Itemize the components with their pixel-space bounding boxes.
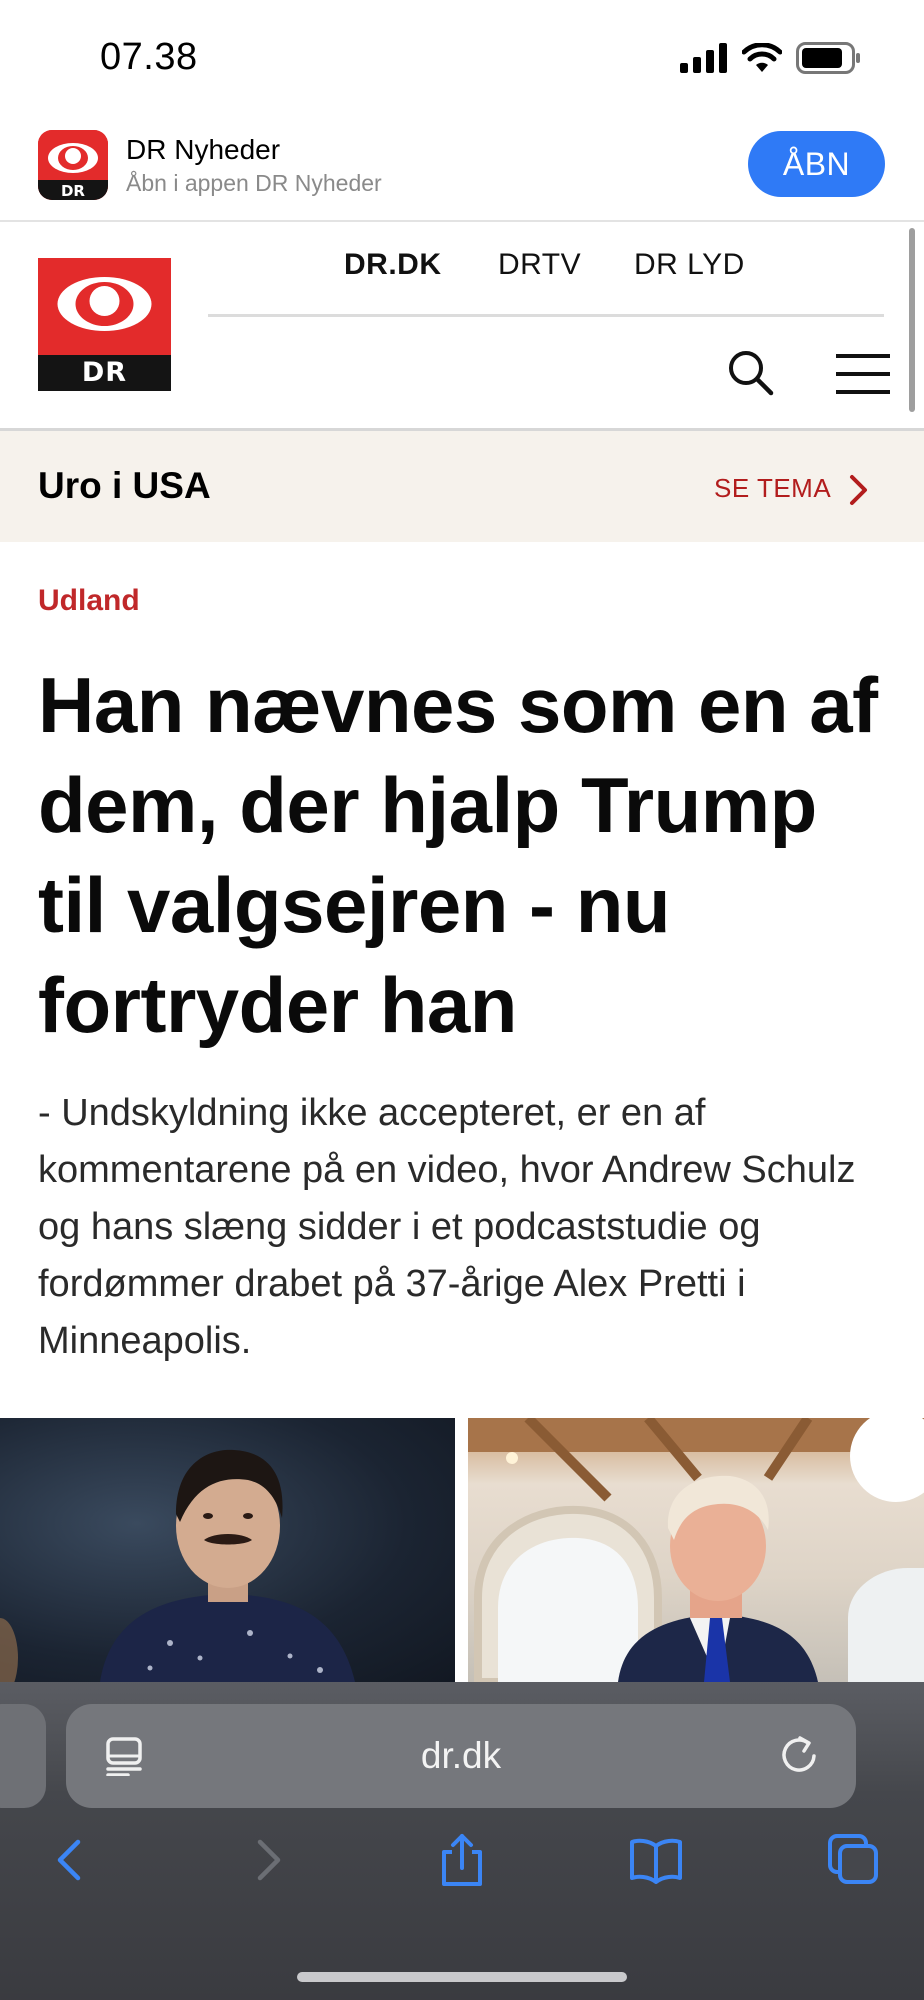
- wifi-icon: [742, 43, 782, 72]
- dr-logo[interactable]: DR: [38, 258, 171, 391]
- tabs-icon[interactable]: [826, 1832, 882, 1888]
- status-time: 07.38: [100, 36, 198, 78]
- share-icon[interactable]: [434, 1832, 490, 1888]
- article-kicker[interactable]: Udland: [38, 584, 140, 618]
- dr-logo-text: DR: [38, 355, 171, 391]
- back-icon[interactable]: [42, 1832, 98, 1888]
- nav-drtv[interactable]: DRTV: [498, 248, 581, 282]
- previous-tab-preview[interactable]: [0, 1704, 46, 1808]
- see-theme-link[interactable]: SE TEMA: [714, 473, 831, 504]
- open-app-button[interactable]: ÅBN: [748, 131, 885, 197]
- chevron-right-icon: [850, 475, 867, 505]
- article-headline: Han nævnes som en af dem, der hjalp Trum…: [38, 661, 878, 1049]
- article-summary: - Undskyldning ikke accepteret, er en af…: [38, 1092, 856, 1362]
- app-banner: DR DR Nyheder Åbn i appen DR Nyheder ÅBN: [0, 110, 924, 222]
- reload-icon[interactable]: [778, 1734, 822, 1778]
- site-header: DR DR.DK DRTV DR LYD: [0, 222, 924, 431]
- svg-text:DR: DR: [61, 182, 85, 200]
- app-name: DR Nyheder: [126, 134, 281, 165]
- scroll-indicator: [909, 228, 915, 412]
- home-indicator: [297, 1972, 627, 1982]
- battery-icon: [796, 42, 860, 74]
- nav-dr-lyd[interactable]: DR LYD: [634, 248, 745, 282]
- status-icons: [680, 42, 862, 74]
- url-text: dr.dk: [420, 1735, 502, 1776]
- top-nav: DR.DK DRTV DR LYD: [208, 222, 884, 317]
- bookmarks-icon[interactable]: [628, 1832, 684, 1888]
- browser-toolbar: dr.dk: [0, 1682, 924, 2000]
- article-image-right: [468, 1418, 924, 1682]
- address-bar[interactable]: dr.dk: [66, 1704, 856, 1808]
- dr-app-icon[interactable]: DR: [38, 130, 108, 200]
- article-image-left: [0, 1418, 455, 1682]
- nav-dr-dk[interactable]: DR.DK: [344, 248, 442, 282]
- app-subtitle: Åbn i appen DR Nyheder: [126, 170, 382, 196]
- cellular-signal-icon: [680, 43, 727, 73]
- search-icon[interactable]: [726, 348, 774, 396]
- theme-title: Uro i USA: [38, 465, 211, 506]
- forward-icon[interactable]: [240, 1832, 296, 1888]
- theme-strip[interactable]: Uro i USA SE TEMA: [0, 431, 924, 542]
- hamburger-menu-icon[interactable]: [836, 352, 890, 396]
